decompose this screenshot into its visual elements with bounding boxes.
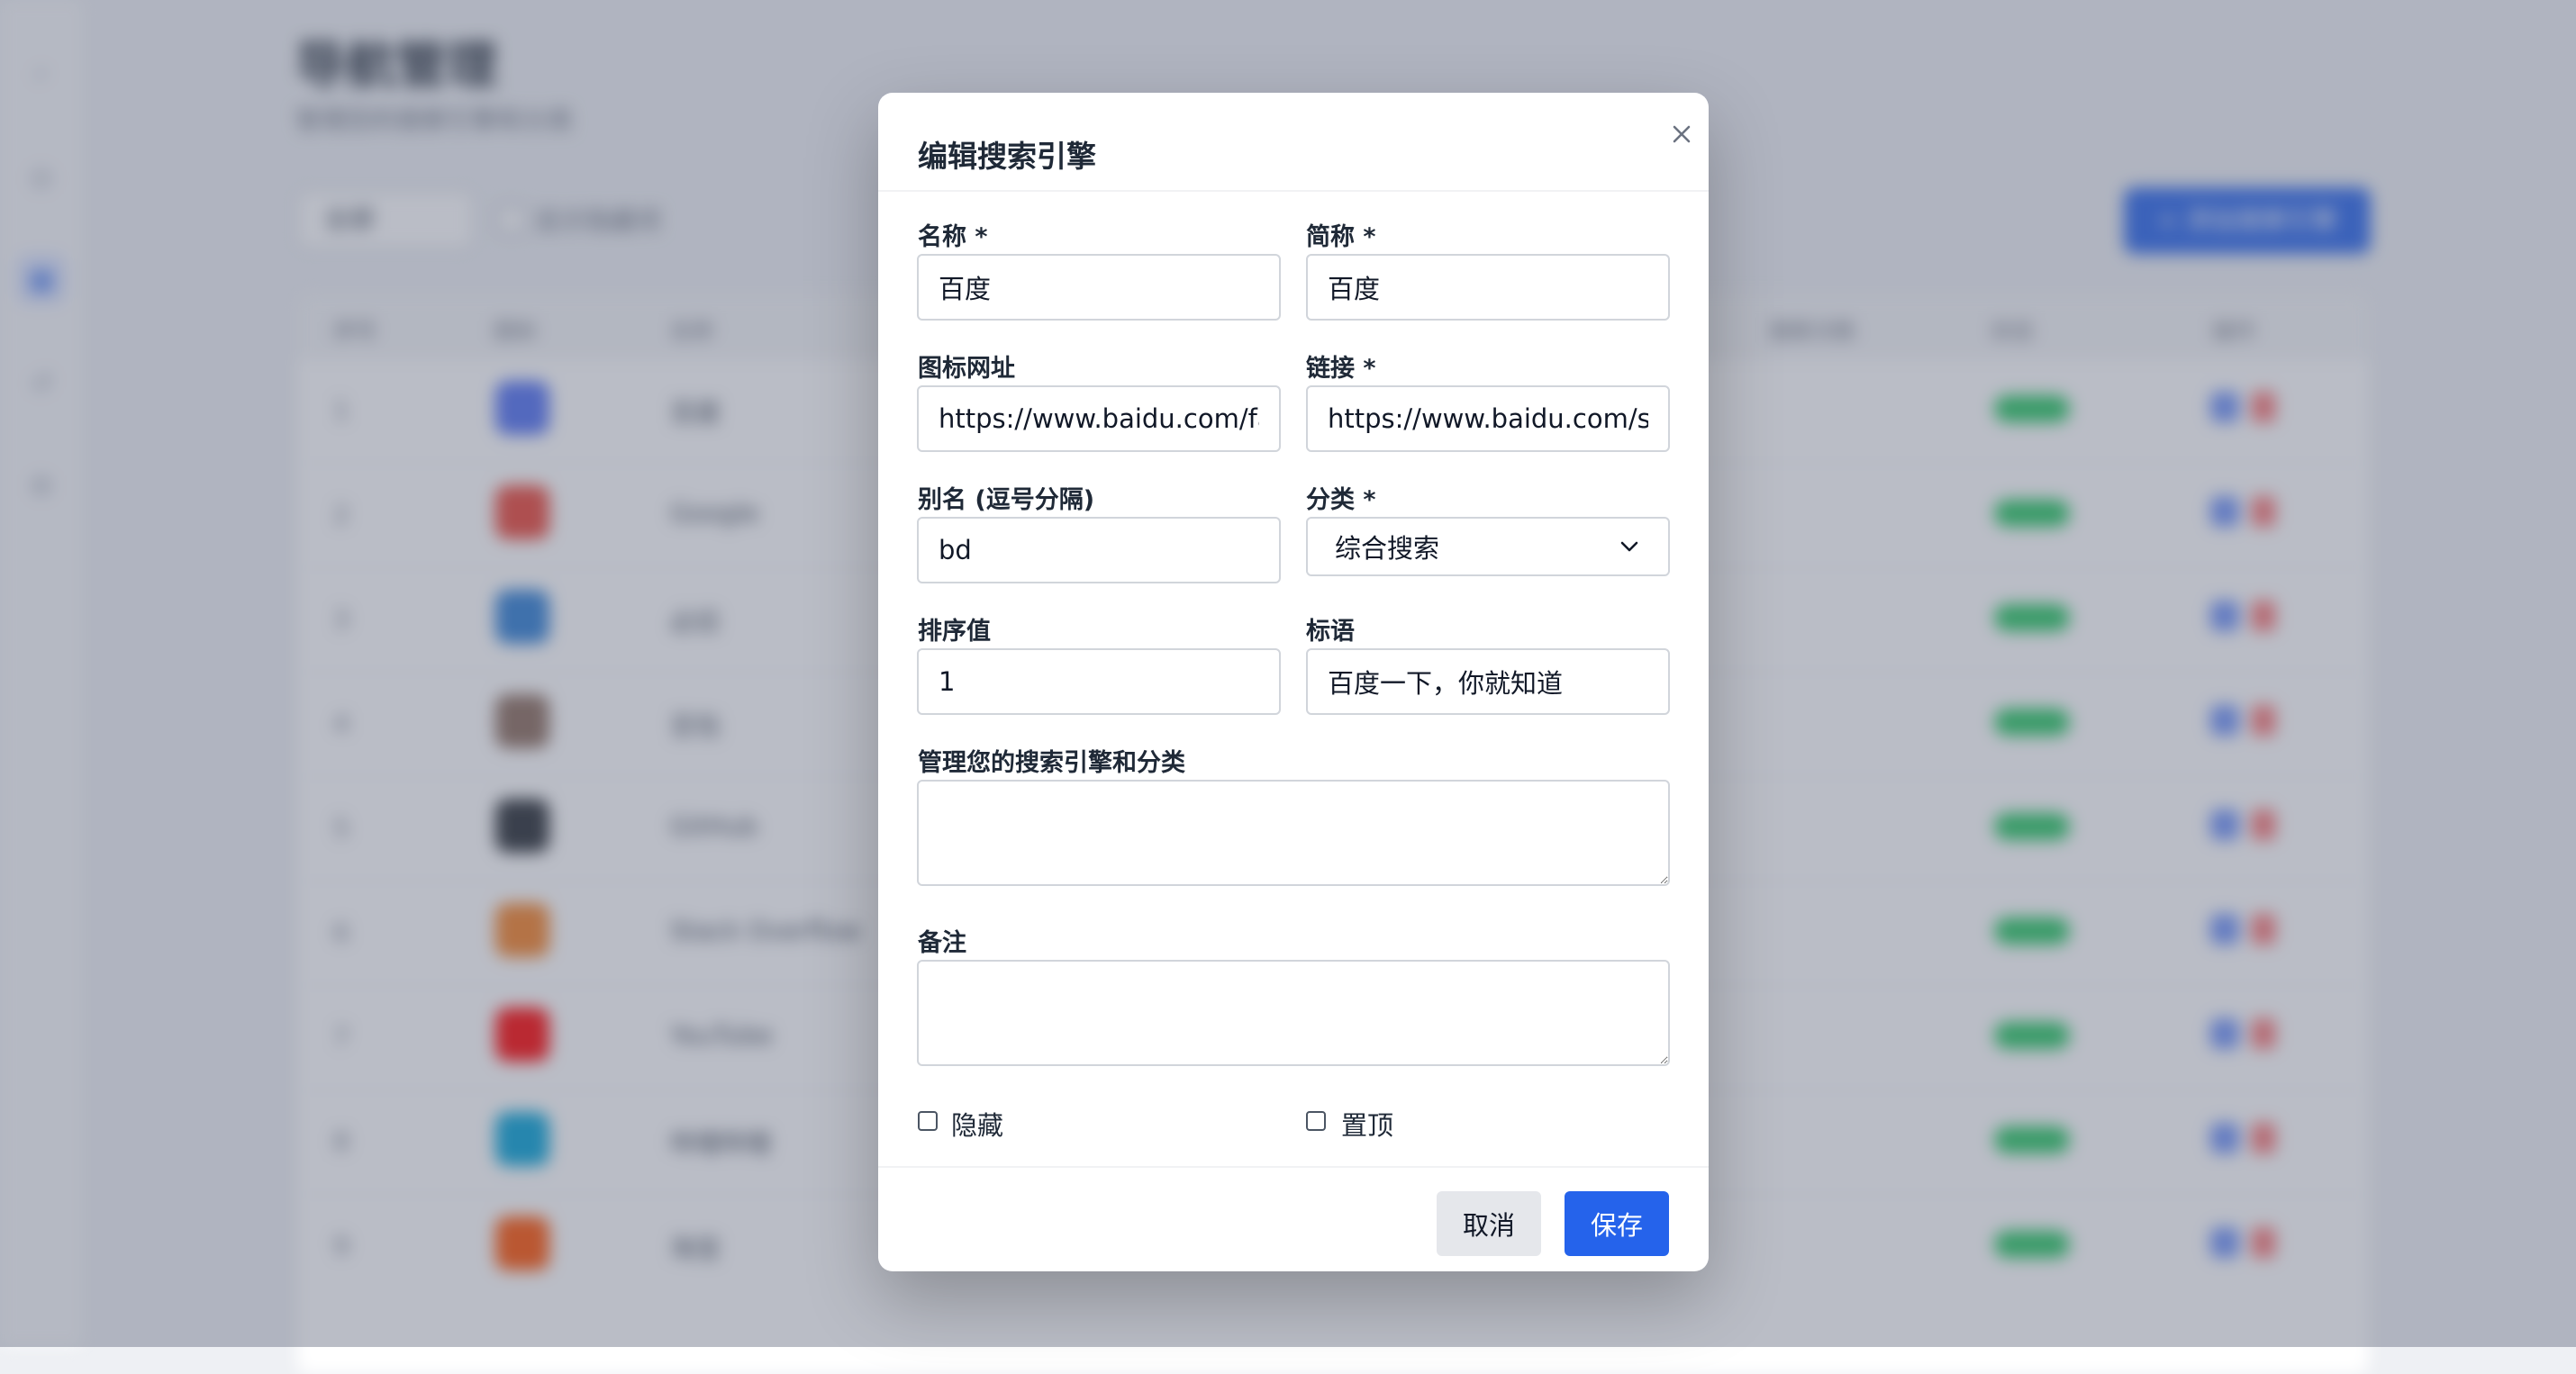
icon-url-label: 图标网址 (918, 355, 1015, 383)
edit-engine-dialog: 编辑搜索引擎 名称 * 简称 * 图标网址 链接 * 别名 (逗号分隔) 分类 … (878, 93, 1709, 1271)
save-button[interactable]: 保存 (1565, 1191, 1669, 1256)
chevron-down-icon (1618, 535, 1641, 558)
sort-input[interactable] (917, 648, 1281, 715)
hidden-checkbox[interactable] (918, 1111, 938, 1131)
alias-label: 别名 (逗号分隔) (918, 486, 1095, 514)
alias-input[interactable] (917, 517, 1281, 583)
category-select[interactable]: 综合搜索 (1306, 517, 1670, 576)
name-input[interactable] (917, 254, 1281, 321)
pinned-checkbox-label: 置顶 (1341, 1110, 1394, 1141)
pinned-checkbox[interactable] (1306, 1111, 1326, 1131)
dialog-header: 编辑搜索引擎 (878, 93, 1709, 192)
link-input[interactable] (1306, 385, 1670, 452)
slogan-input[interactable] (1306, 648, 1670, 715)
cancel-button[interactable]: 取消 (1437, 1191, 1541, 1256)
dialog-title: 编辑搜索引擎 (918, 139, 1096, 174)
category-label: 分类 * (1306, 486, 1376, 514)
category-selected-value: 综合搜索 (1335, 533, 1440, 564)
description-label: 管理您的搜索引擎和分类 (918, 749, 1185, 777)
link-label: 链接 * (1306, 355, 1376, 383)
name-label: 名称 * (918, 223, 988, 251)
sort-label: 排序值 (918, 618, 991, 646)
short-name-input[interactable] (1306, 254, 1670, 321)
hidden-checkbox-label: 隐藏 (951, 1110, 1004, 1141)
icon-url-input[interactable] (917, 385, 1281, 452)
dialog-footer: 取消 保存 (878, 1166, 1709, 1273)
short-name-label: 简称 * (1306, 223, 1376, 251)
description-textarea[interactable] (917, 780, 1670, 886)
remark-label: 备注 (918, 929, 966, 957)
remark-textarea[interactable] (917, 960, 1670, 1066)
close-icon[interactable] (1664, 116, 1700, 152)
slogan-label: 标语 (1306, 618, 1355, 646)
